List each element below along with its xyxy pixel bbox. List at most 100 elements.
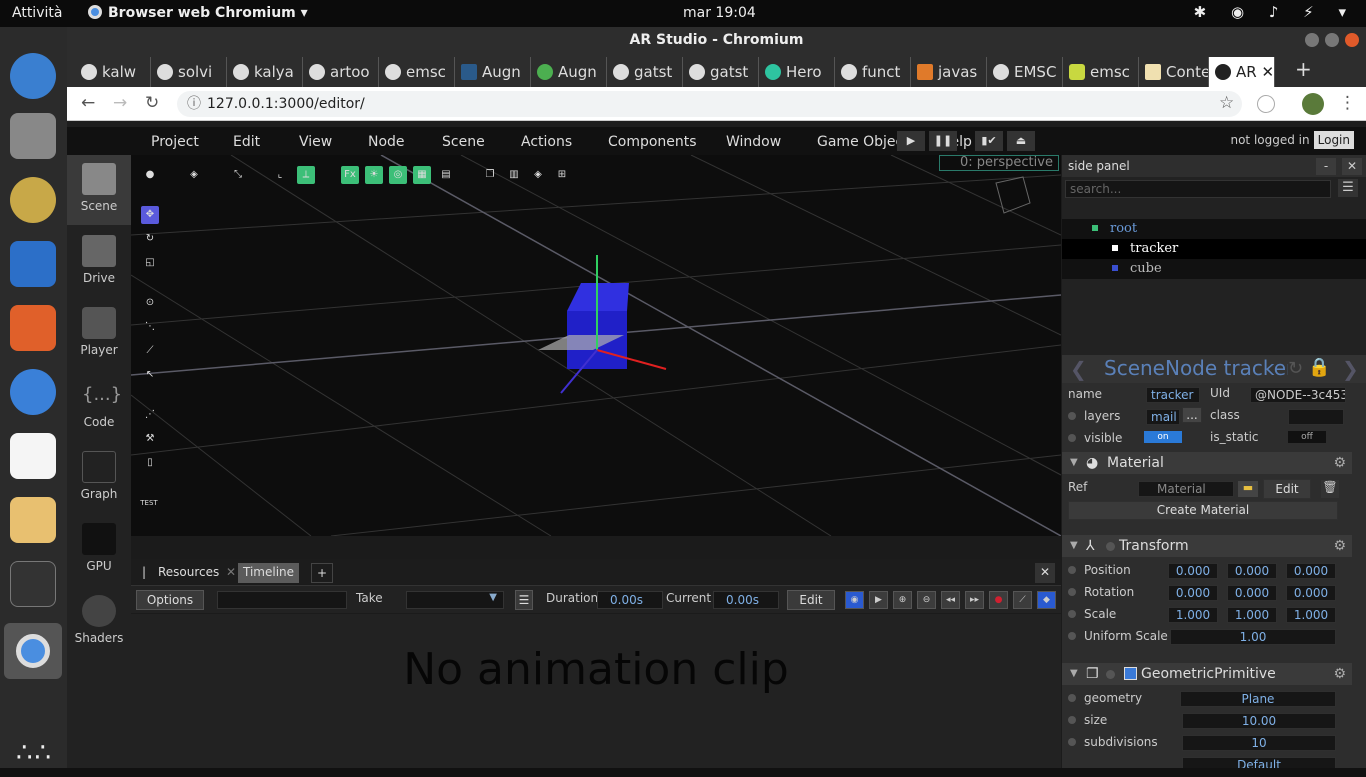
browser-tab[interactable]: gatst	[607, 57, 683, 87]
class-field[interactable]	[1288, 409, 1344, 425]
3d-viewport[interactable]: ● ◈ ⤡ ⌞ ⟂ Fx ☀ ◎ ▦ ▤ ❐ ▥ ◈ ⊞ ✥ ↻ ◱ ⊙ ⋱ ⟋…	[131, 155, 1061, 536]
menu-scene[interactable]: Scene	[442, 134, 485, 150]
tree-node-tracker[interactable]: tracker	[1062, 239, 1366, 259]
layers-icon[interactable]: ❐	[481, 166, 499, 184]
next-node-icon[interactable]: ❯	[1342, 357, 1359, 381]
layers-field[interactable]: mail	[1146, 409, 1180, 425]
layout-icon[interactable]: ⊞	[553, 166, 571, 184]
position-z-field[interactable]: 0.000	[1286, 563, 1336, 579]
menu-components[interactable]: Components	[608, 134, 697, 150]
position-x-field[interactable]: 0.000	[1168, 563, 1218, 579]
keyframe-icon[interactable]: ◆	[1037, 591, 1056, 609]
curve-icon[interactable]: ⟋	[1013, 591, 1032, 609]
browser-tab[interactable]: Hero	[759, 57, 835, 87]
back-icon[interactable]: ←	[81, 93, 95, 113]
rotate-tool-icon[interactable]: ↻	[141, 230, 159, 248]
test-button[interactable]: TEST	[140, 494, 158, 512]
menu-node[interactable]: Node	[368, 134, 405, 150]
create-material-button[interactable]: Create Material	[1068, 501, 1338, 520]
line-tool-icon[interactable]: ⟋	[141, 342, 159, 360]
pause-button[interactable]: ❚❚	[929, 131, 957, 151]
zoom-out-icon[interactable]: ⊖	[917, 591, 936, 609]
eject-button[interactable]: ⏏	[1007, 131, 1035, 151]
folder-icon[interactable]: ▬	[1238, 481, 1258, 497]
nav-code[interactable]: {...} Code	[67, 371, 131, 441]
material-ref-field[interactable]: Material	[1138, 481, 1234, 497]
lock-icon[interactable]: 🔒	[1308, 357, 1330, 378]
browser-tab[interactable]: kalya	[227, 57, 303, 87]
position-y-field[interactable]: 0.000	[1227, 563, 1277, 579]
profile-avatar[interactable]	[1302, 93, 1324, 115]
pointer-icon[interactable]: ↖	[141, 366, 159, 384]
thunderbird-icon[interactable]	[10, 53, 56, 99]
close-panel-icon[interactable]: ✕	[1035, 563, 1056, 583]
next-key-icon[interactable]: ▸▸	[965, 591, 984, 609]
close-tab-icon[interactable]: ✕	[1261, 63, 1274, 81]
fullscreen-icon[interactable]: ⤡	[229, 166, 247, 184]
rotation-x-field[interactable]: 0.000	[1168, 585, 1218, 601]
bookmark-star-icon[interactable]: ☆	[1219, 93, 1234, 113]
snap-icon[interactable]: ⟂	[297, 166, 315, 184]
extra-select[interactable]: Default	[1182, 757, 1336, 768]
browser-tab[interactable]: Conte	[1139, 57, 1209, 87]
software-center-icon[interactable]	[10, 305, 56, 351]
writer-icon[interactable]	[10, 241, 56, 287]
light-icon[interactable]: ☀	[365, 166, 383, 184]
select-mode-icon[interactable]: ●	[141, 166, 159, 184]
scale-y-field[interactable]: 1.000	[1227, 607, 1277, 623]
duration-field[interactable]: 0.00s	[597, 591, 663, 609]
hammer-icon[interactable]: ⚒	[141, 430, 159, 448]
geometry-select[interactable]: Plane	[1180, 691, 1336, 707]
film-icon[interactable]: ▤	[437, 166, 455, 184]
camera-icon[interactable]: ◈	[185, 166, 203, 184]
play-icon[interactable]: ▶	[869, 591, 888, 609]
menu-window[interactable]: Window	[726, 134, 781, 150]
reload-icon[interactable]: ↻	[145, 93, 159, 113]
size-field[interactable]: 10.00	[1182, 713, 1336, 729]
minimize-icon[interactable]	[1305, 33, 1319, 47]
options-button[interactable]: Options	[136, 590, 204, 610]
menu-edit[interactable]: Edit	[233, 134, 260, 150]
clock[interactable]: mar 19:04	[683, 5, 756, 21]
zoom-in-icon[interactable]: ⊕	[893, 591, 912, 609]
layers-more-button[interactable]: ...	[1182, 407, 1202, 423]
name-field[interactable]: tracker	[1146, 387, 1200, 403]
visible-toggle[interactable]: on	[1144, 431, 1182, 443]
tree-node-cube[interactable]: cube	[1062, 259, 1366, 279]
tab-resources[interactable]: Resources	[153, 563, 224, 583]
panel-handle[interactable]: |	[137, 563, 151, 583]
scale-tool-icon[interactable]: ◱	[141, 254, 159, 272]
measure-icon[interactable]: ⋰	[141, 406, 159, 424]
prev-node-icon[interactable]: ❮	[1070, 357, 1087, 381]
browser-tab[interactable]: emsc	[379, 57, 455, 87]
list-icon[interactable]: ☰	[515, 590, 533, 610]
nav-drive[interactable]: Drive	[67, 227, 131, 297]
menu-project[interactable]: Project	[151, 134, 199, 150]
menu-view[interactable]: View	[299, 134, 332, 150]
address-bar[interactable]: ⓘ 127.0.0.1:3000/editor/	[177, 91, 1242, 117]
rotation-y-field[interactable]: 0.000	[1227, 585, 1277, 601]
forward-icon[interactable]: →	[113, 93, 127, 113]
menu-actions[interactable]: Actions	[521, 134, 572, 150]
browser-tab[interactable]: javas	[911, 57, 987, 87]
login-button[interactable]: Login	[1313, 131, 1354, 149]
browser-tab[interactable]: gatst	[683, 57, 759, 87]
browser-tab[interactable]: funct	[835, 57, 911, 87]
record-icon[interactable]: ●	[989, 591, 1008, 609]
subdivisions-field[interactable]: 10	[1182, 735, 1336, 751]
search-input[interactable]: search...	[1065, 180, 1331, 198]
take-select[interactable]: ▼	[406, 591, 504, 609]
close-window-icon[interactable]	[1345, 33, 1359, 47]
maximize-icon[interactable]	[1325, 33, 1339, 47]
nav-gpu[interactable]: GPU	[67, 515, 131, 585]
nav-graph[interactable]: Graph	[67, 443, 131, 513]
stats-icon[interactable]: ▥	[505, 166, 523, 184]
activities-button[interactable]: Attività	[12, 5, 62, 21]
pivot-icon[interactable]: ⊙	[141, 294, 159, 312]
system-tray[interactable]: ✱ ◉ ♪ ⚡ ▾	[1194, 3, 1356, 21]
add-tab-icon[interactable]: +	[311, 563, 334, 583]
gear-icon[interactable]: ⚙	[1333, 535, 1346, 557]
timeline-edit-button[interactable]: Edit	[787, 590, 835, 610]
step-button[interactable]: ▮✔	[975, 131, 1003, 151]
help-icon[interactable]	[10, 369, 56, 415]
